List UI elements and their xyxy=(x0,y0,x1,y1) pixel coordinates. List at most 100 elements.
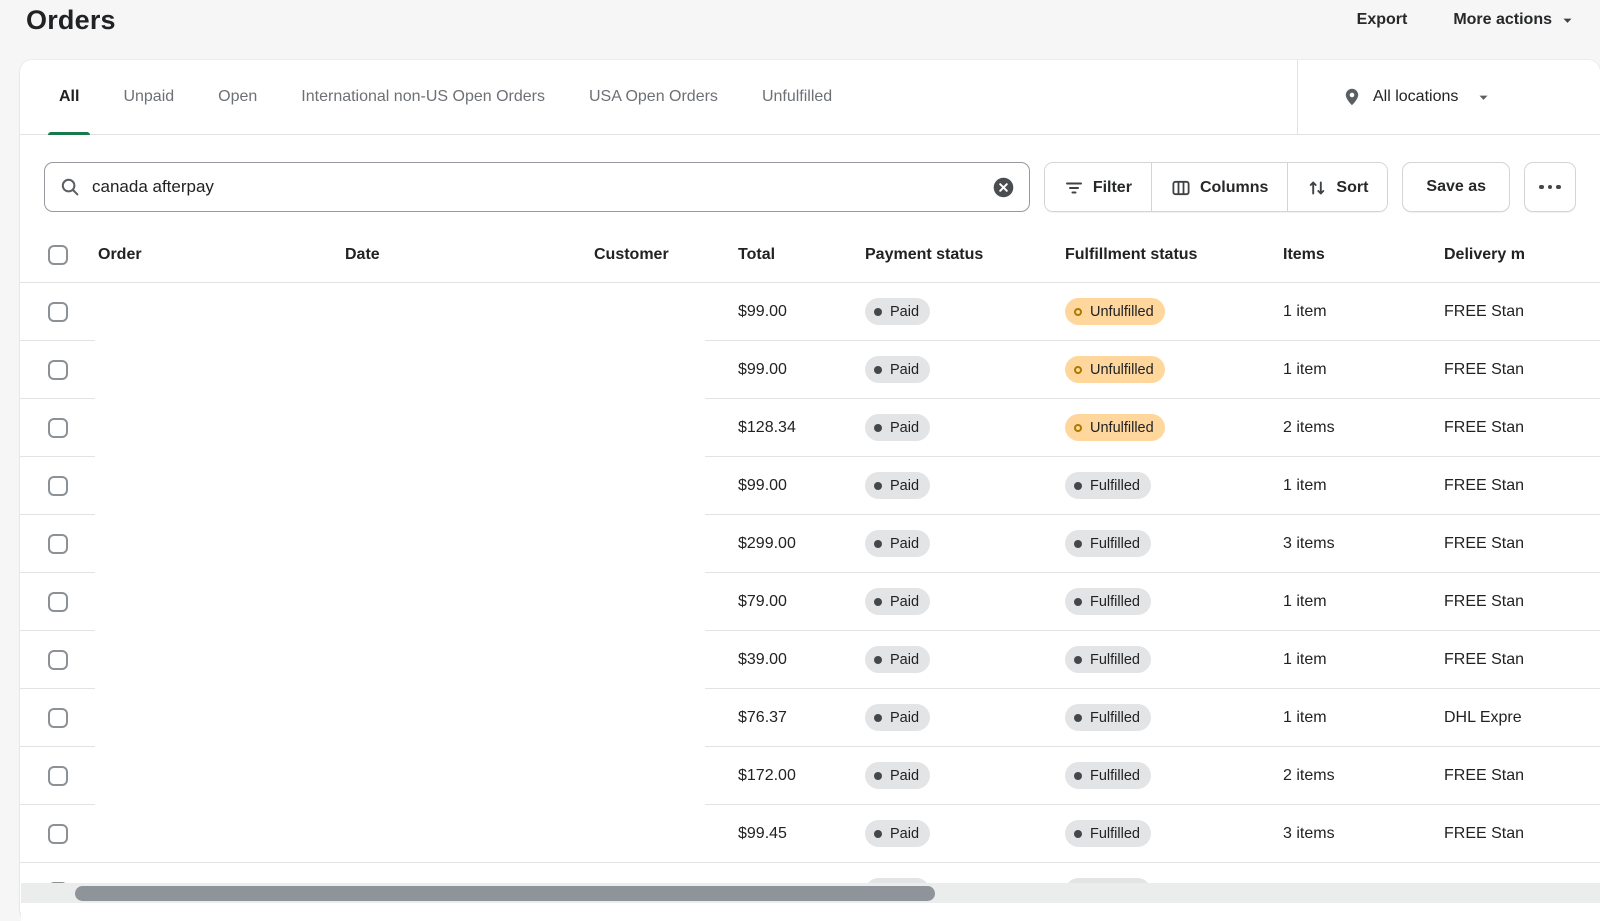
search-input[interactable] xyxy=(92,177,981,197)
total-cell: $99.00 xyxy=(735,361,862,379)
row-checkbox[interactable] xyxy=(48,708,68,728)
payment-status-label: Paid xyxy=(890,652,919,668)
column-header-payment-status: Payment status xyxy=(862,246,1062,264)
orders-card: All Unpaid Open International non-US Ope… xyxy=(20,60,1600,921)
chevron-down-icon xyxy=(1477,91,1490,104)
status-dot-icon xyxy=(874,714,882,722)
delivery-cell: FREE Stan xyxy=(1441,767,1600,785)
row-checkbox[interactable] xyxy=(48,592,68,612)
delivery-cell: DHL Expre xyxy=(1441,709,1600,727)
column-header-customer: Customer xyxy=(591,246,735,264)
location-selector-label: All locations xyxy=(1373,88,1458,106)
payment-status-label: Paid xyxy=(890,768,919,784)
more-actions-button[interactable]: More actions xyxy=(1453,11,1574,29)
payment-status-label: Paid xyxy=(890,826,919,842)
payment-status-badge: Paid xyxy=(865,646,930,673)
payment-status-badge: Paid xyxy=(865,762,930,789)
tab[interactable]: USA Open Orders xyxy=(572,60,735,134)
status-dot-icon xyxy=(874,656,882,664)
column-header-delivery-method: Delivery m xyxy=(1441,246,1600,264)
fulfillment-status-badge: Fulfilled xyxy=(1065,530,1151,557)
sort-button[interactable]: Sort xyxy=(1287,163,1387,212)
clear-search-icon[interactable] xyxy=(993,177,1014,198)
column-header-items: Items xyxy=(1280,246,1441,264)
total-cell: $99.45 xyxy=(735,825,862,843)
total-cell: $128.34 xyxy=(735,419,862,437)
status-dot-icon xyxy=(874,424,882,432)
tab[interactable]: All xyxy=(42,60,96,134)
tab[interactable]: Unfulfilled xyxy=(745,60,849,134)
status-dot-icon xyxy=(1074,772,1082,780)
tab[interactable]: International non-US Open Orders xyxy=(284,60,562,134)
redacted-order-data-area xyxy=(95,283,705,862)
row-checkbox[interactable] xyxy=(48,360,68,380)
location-pin-icon xyxy=(1342,87,1362,107)
payment-status-badge: Paid xyxy=(865,820,930,847)
export-button-label: Export xyxy=(1357,11,1408,29)
row-checkbox[interactable] xyxy=(48,766,68,786)
total-cell: $79.00 xyxy=(735,593,862,611)
delivery-cell: FREE Stan xyxy=(1441,477,1600,495)
orders-table: Order Date Customer Total Payment status… xyxy=(20,227,1600,921)
status-dot-icon xyxy=(1074,308,1082,316)
tab[interactable]: Unpaid xyxy=(106,60,191,134)
location-selector[interactable]: All locations xyxy=(1297,60,1600,134)
tab-label: Unfulfilled xyxy=(762,88,832,106)
payment-status-label: Paid xyxy=(890,304,919,320)
status-dot-icon xyxy=(1074,366,1082,374)
export-button[interactable]: Export xyxy=(1357,11,1408,29)
tab-label: All xyxy=(59,88,79,106)
payment-status-label: Paid xyxy=(890,362,919,378)
horizontal-scrollbar-thumb[interactable] xyxy=(75,886,935,901)
delivery-cell: FREE Stan xyxy=(1441,593,1600,611)
total-cell: $299.00 xyxy=(735,535,862,553)
payment-status-label: Paid xyxy=(890,594,919,610)
tab[interactable]: Open xyxy=(201,60,274,134)
items-cell: 1 item xyxy=(1280,361,1441,379)
page-title: Orders xyxy=(26,5,116,36)
delivery-cell: FREE Stan xyxy=(1441,535,1600,553)
row-checkbox[interactable] xyxy=(48,650,68,670)
row-checkbox[interactable] xyxy=(48,824,68,844)
column-header-total: Total xyxy=(735,246,862,264)
status-dot-icon xyxy=(874,482,882,490)
tab-label: Unpaid xyxy=(123,88,174,106)
filter-button[interactable]: Filter xyxy=(1045,163,1151,212)
sort-button-label: Sort xyxy=(1336,179,1368,197)
fulfillment-status-label: Unfulfilled xyxy=(1090,362,1154,378)
total-cell: $76.37 xyxy=(735,709,862,727)
row-checkbox[interactable] xyxy=(48,302,68,322)
fulfillment-status-badge: Fulfilled xyxy=(1065,646,1151,673)
status-dot-icon xyxy=(1074,656,1082,664)
columns-button[interactable]: Columns xyxy=(1151,163,1287,212)
fulfillment-status-badge: Unfulfilled xyxy=(1065,298,1165,325)
items-cell: 1 item xyxy=(1280,651,1441,669)
status-dot-icon xyxy=(874,830,882,838)
page-header-actions: Export More actions xyxy=(1357,11,1574,29)
row-checkbox[interactable] xyxy=(48,534,68,554)
items-cell: 2 items xyxy=(1280,419,1441,437)
columns-button-label: Columns xyxy=(1200,179,1268,197)
delivery-cell: FREE Stan xyxy=(1441,303,1600,321)
tabs: All Unpaid Open International non-US Ope… xyxy=(20,60,1297,134)
items-cell: 3 items xyxy=(1280,825,1441,843)
fulfillment-status-badge: Unfulfilled xyxy=(1065,356,1165,383)
row-checkbox[interactable] xyxy=(48,476,68,496)
more-options-icon[interactable] xyxy=(1524,162,1576,212)
select-all-checkbox[interactable] xyxy=(48,245,68,265)
search-box xyxy=(44,162,1030,212)
page-header: Orders Export More actions xyxy=(0,0,1600,40)
horizontal-scrollbar-track[interactable] xyxy=(21,883,1600,903)
fulfillment-status-badge: Fulfilled xyxy=(1065,472,1151,499)
fulfillment-status-label: Unfulfilled xyxy=(1090,304,1154,320)
payment-status-label: Paid xyxy=(890,420,919,436)
sort-icon xyxy=(1307,178,1327,198)
status-dot-icon xyxy=(1074,424,1082,432)
row-checkbox[interactable] xyxy=(48,418,68,438)
card-bottom xyxy=(21,903,1600,921)
save-as-button[interactable]: Save as xyxy=(1402,162,1510,212)
payment-status-badge: Paid xyxy=(865,472,930,499)
delivery-cell: FREE Stan xyxy=(1441,419,1600,437)
items-cell: 1 item xyxy=(1280,709,1441,727)
fulfillment-status-label: Fulfilled xyxy=(1090,652,1140,668)
